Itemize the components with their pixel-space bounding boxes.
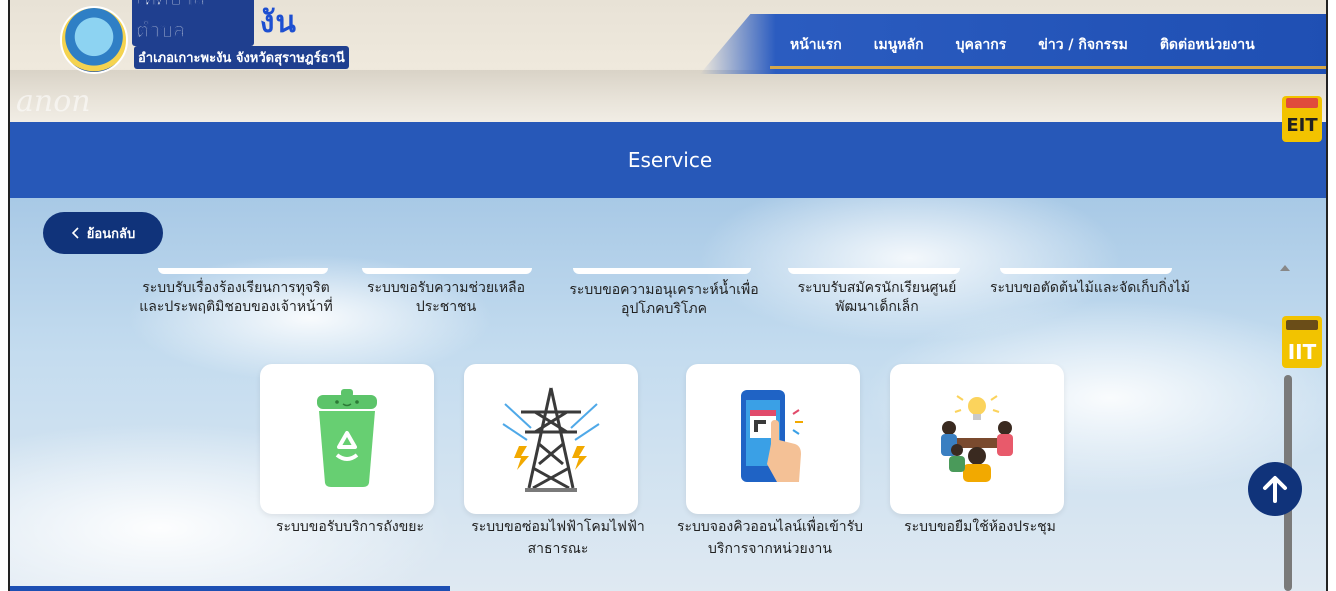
service-label-water-request[interactable]: ระบบขอความอนุเคราะห์น้ำเพื่ออุปโภคบริโภค bbox=[566, 281, 762, 319]
arrow-up-icon bbox=[1263, 476, 1287, 503]
meeting-room-icon bbox=[941, 395, 1013, 482]
power-tower-icon bbox=[502, 387, 600, 492]
service-label-trash-bin[interactable]: ระบบขอรับบริการถังขยะ bbox=[260, 516, 440, 538]
eit-badge[interactable]: EIT bbox=[1282, 96, 1322, 142]
nav-home[interactable]: หน้าแรก bbox=[790, 34, 842, 56]
service-label-tree-cutting[interactable]: ระบบขอตัดต้นไม้และจัดเก็บกิ่งไม้ bbox=[986, 279, 1194, 298]
back-button[interactable]: ย้อนกลับ bbox=[43, 212, 163, 254]
service-card-online-queue[interactable] bbox=[686, 364, 860, 514]
scroll-up-arrow-icon[interactable] bbox=[1280, 265, 1290, 271]
logo-subtitle: อำเภอเกาะพะงัน จังหวัดสุราษฎร์ธานี bbox=[134, 46, 349, 69]
content-area bbox=[10, 198, 1326, 591]
service-card-trash-bin[interactable] bbox=[260, 364, 434, 514]
service-label-meeting-room[interactable]: ระบบขอยืมใช้ห้องประชุม bbox=[890, 516, 1070, 538]
back-button-label: ย้อนกลับ bbox=[86, 225, 136, 241]
service-card-stub[interactable] bbox=[788, 268, 960, 274]
nav-personnel[interactable]: บุคลากร bbox=[956, 34, 1007, 56]
service-card-stub[interactable] bbox=[158, 268, 328, 274]
logo-title-name: เพชรพะงัน bbox=[259, 5, 297, 40]
recycle-bin-icon bbox=[317, 389, 377, 487]
service-label-assistance[interactable]: ระบบขอรับความช่วยเหลือประชาชน bbox=[355, 279, 537, 317]
nav-contact[interactable]: ติดต่อหน่วยงาน bbox=[1160, 34, 1255, 56]
service-card-meeting-room[interactable] bbox=[890, 364, 1064, 514]
bottom-strip-decoration bbox=[10, 586, 450, 591]
service-card-street-light[interactable] bbox=[464, 364, 638, 514]
logo-title: เทศบาลตำบล เพชรพะงัน bbox=[132, 0, 400, 46]
service-card-stub[interactable] bbox=[1000, 268, 1172, 274]
eit-badge-text: EIT bbox=[1286, 114, 1318, 136]
nav-main-menu[interactable]: เมนูหลัก bbox=[874, 34, 924, 56]
site-logo[interactable]: เทศบาลตำบล เพชรพะงัน อำเภอเกาะพะงัน จังห… bbox=[60, 0, 400, 74]
header-watermark: anon bbox=[16, 84, 91, 119]
service-label-online-queue[interactable]: ระบบจองคิวออนไลน์เพื่อเข้ารับบริการจากหน… bbox=[676, 516, 864, 560]
municipality-seal-icon bbox=[60, 6, 128, 74]
service-card-stub[interactable] bbox=[362, 268, 532, 274]
page-title-band: Eservice bbox=[10, 122, 1326, 198]
main-nav: หน้าแรก เมนูหลัก บุคลากร ข่าว / กิจกรรม … bbox=[790, 34, 1255, 56]
nav-underline-decoration bbox=[770, 66, 1326, 69]
browser-viewport: anon เทศบาลตำบล เพชรพะงัน อำเภอเกาะพะงัน… bbox=[8, 0, 1328, 591]
logo-title-prefix: เทศบาลตำบล bbox=[132, 0, 254, 46]
service-label-childcare-enroll[interactable]: ระบบรับสมัครนักเรียนศูนย์พัฒนาเด็กเล็ก bbox=[786, 279, 968, 317]
service-label-complaint[interactable]: ระบบรับเรื่องร้องเรียนการทุจริตและประพฤต… bbox=[136, 279, 336, 317]
phone-calendar-icon bbox=[741, 390, 803, 482]
service-label-street-light[interactable]: ระบบขอซ่อมไฟฟ้าโคมไฟฟ้าสาธารณะ bbox=[456, 516, 660, 560]
page-title: Eservice bbox=[627, 148, 713, 172]
iit-badge[interactable]: IIT bbox=[1282, 316, 1322, 368]
header-beach-background bbox=[10, 70, 1326, 122]
site-header: anon เทศบาลตำบล เพชรพะงัน อำเภอเกาะพะงัน… bbox=[10, 0, 1326, 122]
scroll-to-top-button[interactable] bbox=[1248, 462, 1302, 516]
chevron-left-icon bbox=[71, 227, 79, 239]
service-card-stub[interactable] bbox=[573, 268, 751, 274]
iit-badge-text: IIT bbox=[1287, 340, 1317, 364]
nav-news-activities[interactable]: ข่าว / กิจกรรม bbox=[1038, 34, 1128, 56]
